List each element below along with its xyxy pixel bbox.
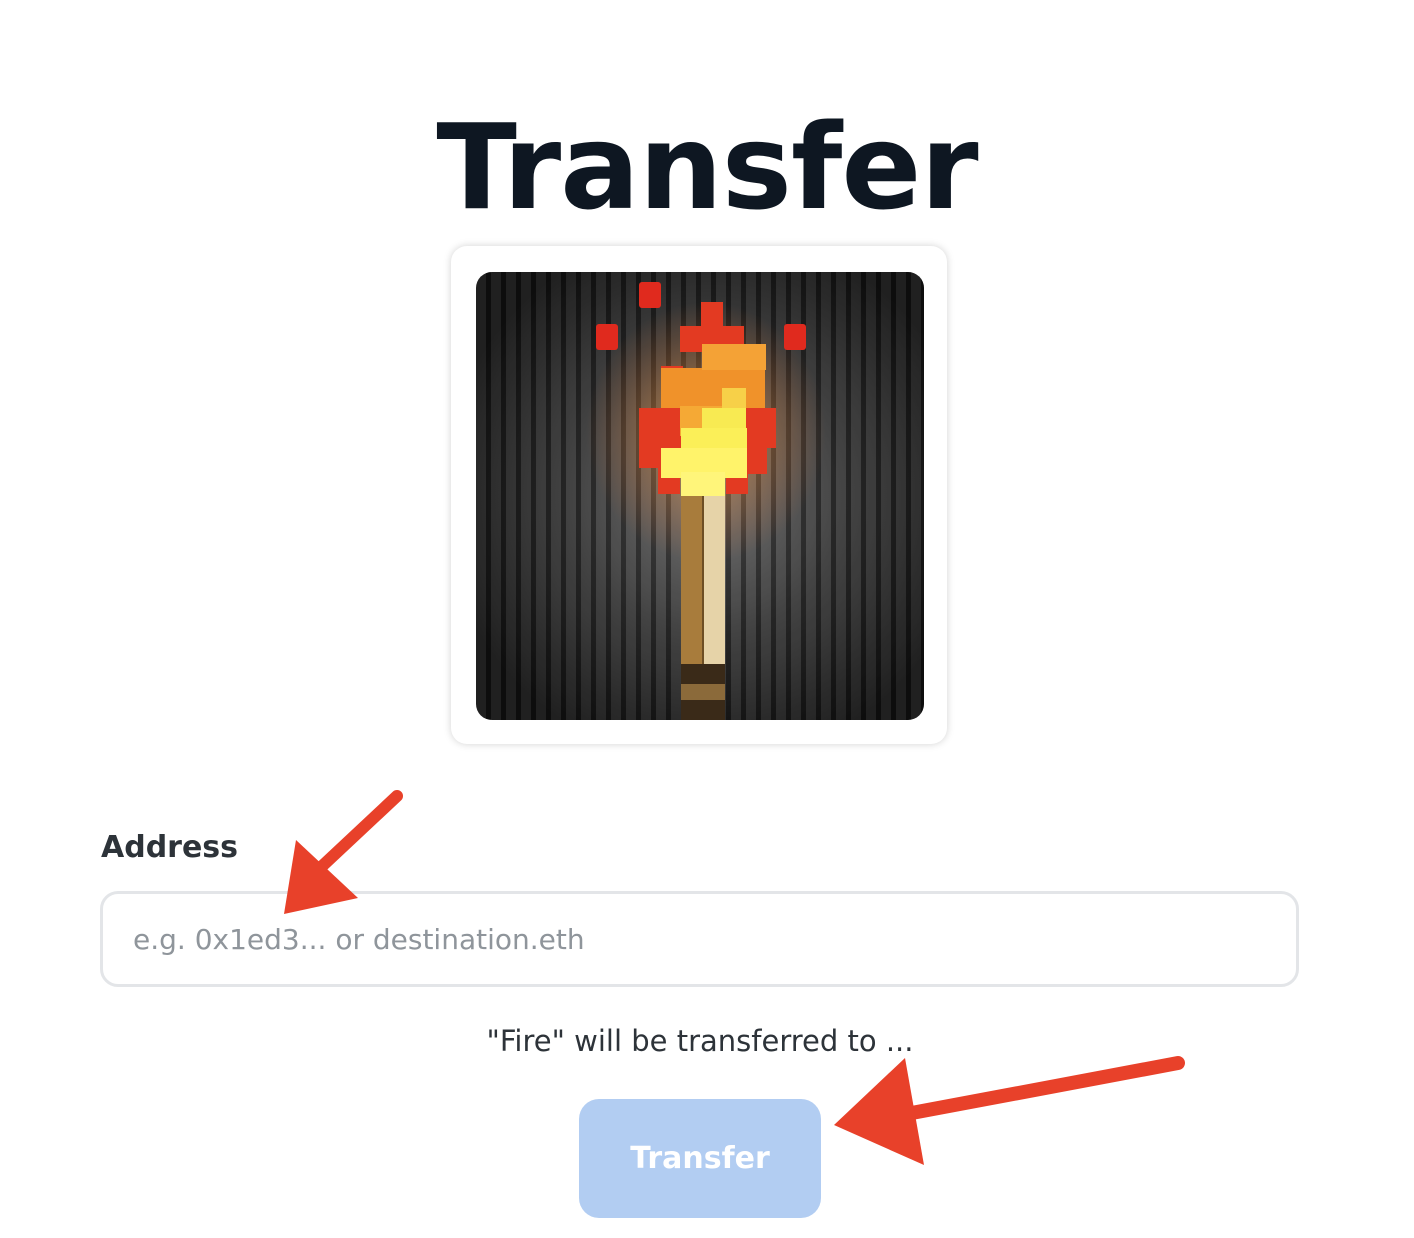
arrow-to-transfer-icon — [834, 1056, 1185, 1165]
transfer-note: "Fire" will be transferred to ... — [486, 1024, 914, 1058]
transfer-button[interactable]: Transfer — [579, 1099, 821, 1218]
pixel-torch-icon — [476, 272, 924, 720]
address-input[interactable] — [100, 891, 1299, 987]
nft-card — [451, 246, 947, 744]
address-label: Address — [101, 830, 239, 865]
page-title: Transfer — [436, 98, 978, 237]
